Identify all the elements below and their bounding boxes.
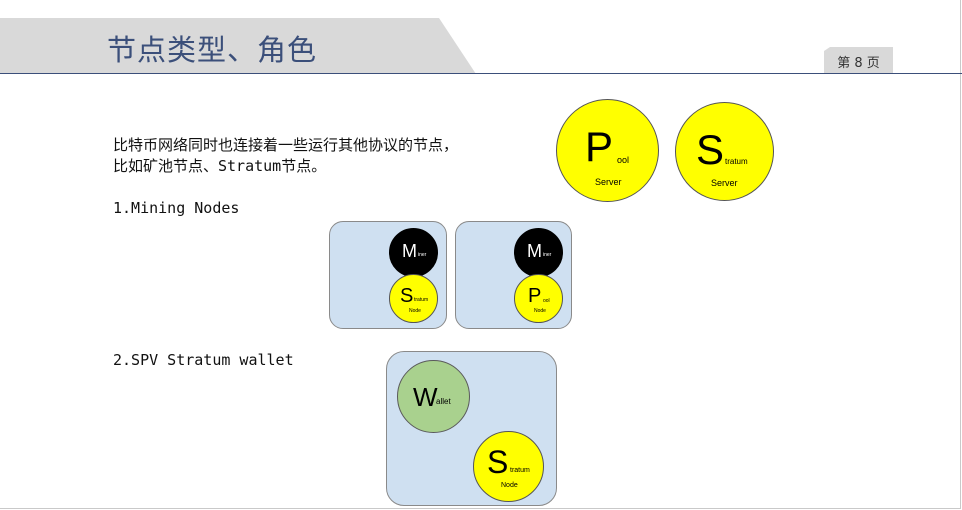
wallet-sub: allet (436, 397, 451, 406)
mining-node-box-b: M iner P ool Node (455, 221, 572, 329)
pool-server-letter: P (585, 123, 614, 170)
miner-b-letter: M (527, 241, 542, 261)
wallet-circle: W allet (397, 360, 470, 433)
pool-server-caption: Server (595, 177, 622, 187)
stratum-node-c-caption: Node (501, 482, 518, 489)
stratum-node-a-sub: tratum (414, 297, 429, 303)
miner-b-sub: iner (543, 252, 552, 258)
miner-a-letter: M (402, 241, 417, 261)
stratum-node-a-letter: S (400, 285, 414, 307)
stratum-node-a-caption: Node (409, 308, 421, 314)
stratum-server-letter: S (696, 126, 725, 173)
item-spv-stratum-wallet: 2.SPV Stratum wallet (113, 351, 294, 369)
page-title: 节点类型、角色 (107, 33, 318, 67)
spv-wallet-box: W allet S tratum Node (386, 351, 557, 506)
stratum-node-circle-c: S tratum Node (473, 431, 544, 502)
mining-node-box-a: M iner S tratum Node (329, 221, 447, 329)
intro-line-2: 比如矿池节点、Stratum节点。 (113, 157, 327, 175)
pool-server-circle: P ool Server (556, 99, 659, 202)
stratum-server-caption: Server (711, 178, 738, 188)
intro-line-1: 比特币网络同时也连接着一些运行其他协议的节点， (113, 136, 459, 154)
stratum-server-sub: tratum (725, 157, 748, 166)
wallet-letter: W (413, 382, 438, 412)
pool-node-b-caption: Node (534, 308, 546, 314)
stratum-node-circle-a: S tratum Node (389, 274, 438, 323)
stratum-server-circle: S tratum Server (675, 102, 774, 201)
item-mining-nodes: 1.Mining Nodes (113, 199, 240, 217)
page-number: 第 8 页 (837, 56, 880, 71)
miner-a-sub: iner (418, 252, 427, 258)
pool-server-sub: ool (617, 155, 630, 165)
header-divider (0, 73, 962, 74)
pool-node-b-letter: P (528, 285, 542, 307)
pool-node-b-sub: ool (543, 298, 550, 304)
miner-circle-a: M iner (389, 228, 438, 277)
stratum-node-c-letter: S (487, 444, 509, 480)
stratum-node-c-sub: tratum (510, 467, 530, 474)
pool-node-circle-b: P ool Node (514, 274, 563, 323)
miner-circle-b: M iner (514, 228, 563, 277)
